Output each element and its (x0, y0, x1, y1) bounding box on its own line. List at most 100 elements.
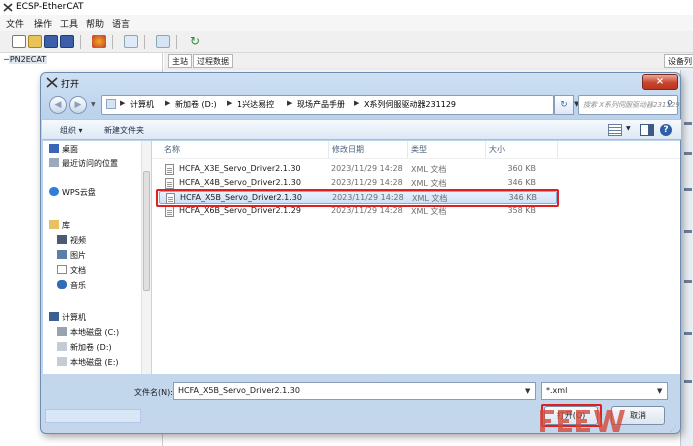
nav-item-videos[interactable]: 视频 (57, 235, 86, 249)
file-name: HCFA_X4B_Servo_Driver2.1.30 (179, 178, 301, 187)
breadcrumb-drive-d[interactable]: 新加卷 (D:) (175, 99, 217, 110)
panel-marker (684, 332, 692, 335)
desktop-icon (49, 144, 59, 153)
chevron-down-icon[interactable]: ▼ (626, 125, 631, 132)
new-file-icon[interactable] (12, 35, 26, 48)
chevron-right-icon[interactable]: ▶ (354, 99, 359, 107)
file-date: 2023/11/29 14:28 (331, 178, 403, 187)
file-size: 346 KB (507, 178, 536, 187)
command-bar: 组织 ▾ 新建文件夹 ▼ ? (42, 119, 681, 140)
scrollbar-thumb[interactable] (143, 171, 150, 291)
toolbar-separator (112, 35, 113, 49)
chevron-right-icon[interactable]: ▶ (165, 99, 170, 107)
column-header-date[interactable]: 修改日期 (332, 144, 364, 155)
navigation-scrollbar[interactable] (141, 141, 151, 374)
column-divider[interactable] (557, 141, 558, 158)
chevron-down-icon[interactable]: ▼ (657, 387, 662, 395)
nav-item-drive-c[interactable]: 本地磁盘 (C:) (57, 327, 119, 341)
chevron-right-icon[interactable]: ▶ (287, 99, 292, 107)
menu-tools[interactable]: 工具 (60, 17, 78, 30)
app-logo-icon (46, 77, 58, 88)
selected-nav-highlight (45, 409, 141, 423)
breadcrumb-computer[interactable]: 计算机 (130, 99, 154, 110)
table-row[interactable]: HCFA_X3E_Servo_Driver2.1.30 2023/11/29 1… (159, 163, 557, 176)
picture-icon (57, 250, 67, 259)
nav-item-pictures[interactable]: 图片 (57, 250, 86, 264)
library-icon (49, 220, 59, 229)
filename-field[interactable]: HCFA_X5B_Servo_Driver2.1.30 ▼ (173, 382, 536, 400)
menu-file[interactable]: 文件 (6, 17, 24, 30)
address-bar[interactable]: ▶ 计算机 ▶ 新加卷 (D:) ▶ 1兴达易控 ▶ 现场产品手册 ▶ X系列伺… (101, 95, 579, 115)
navigation-pane: 桌面 最近访问的位置 WPS云盘 库 视频 图片 文档 音乐 计算机 本地磁盘 … (43, 141, 151, 423)
menu-help[interactable]: 帮助 (86, 17, 104, 30)
folder-icon (106, 99, 116, 109)
nav-item-documents[interactable]: 文档 (57, 265, 86, 279)
network-icon[interactable] (124, 35, 138, 48)
column-divider[interactable] (485, 141, 486, 158)
nav-item-recent[interactable]: 最近访问的位置 (49, 158, 118, 172)
forward-icon[interactable]: ▶ (69, 96, 87, 114)
file-type: XML 文档 (411, 165, 447, 174)
tree-node[interactable]: ─PN2ECAT (4, 55, 48, 64)
app-menu-bar: 文件 操作 工具 帮助 语言 (0, 15, 693, 31)
preview-pane-icon[interactable] (640, 124, 654, 136)
file-type-select[interactable]: *.xml ▼ (541, 382, 668, 400)
open-file-dialog: 打开 × ◀ ▶ ▼ ▶ 计算机 ▶ 新加卷 (D:) ▶ 1兴达易控 ▶ 现场… (40, 72, 681, 434)
file-date: 2023/11/29 14:28 (331, 206, 403, 215)
help-icon[interactable]: ? (660, 124, 672, 136)
column-header-size[interactable]: 大小 (489, 144, 505, 155)
column-header-type[interactable]: 类型 (411, 144, 427, 155)
save-icon[interactable] (44, 35, 58, 48)
file-name: HCFA_X3E_Servo_Driver2.1.30 (179, 164, 301, 173)
tab-master[interactable]: 主站 (168, 54, 192, 68)
chevron-right-icon[interactable]: ▶ (227, 99, 232, 107)
menu-operation[interactable]: 操作 (34, 17, 52, 30)
search-icon[interactable]: ⚲ (667, 99, 673, 108)
xml-file-icon (165, 164, 174, 175)
nav-item-computer[interactable]: 计算机 (49, 312, 86, 326)
nav-item-drive-d[interactable]: 新加卷 (D:) (57, 342, 112, 356)
breadcrumb-folder-2[interactable]: 现场产品手册 (297, 99, 345, 110)
xml-file-icon (165, 178, 174, 189)
nav-item-wps-cloud[interactable]: WPS云盘 (49, 187, 96, 201)
reload-icon[interactable]: ↻ (188, 35, 202, 48)
search-input[interactable]: 搜索 X系列伺服驱动器231129 ⚲ (578, 95, 680, 115)
nav-item-desktop[interactable]: 桌面 (49, 144, 78, 158)
document-icon (57, 265, 67, 274)
file-type-value: *.xml (546, 386, 568, 395)
chevron-down-icon[interactable]: ▼ (525, 387, 530, 395)
chevron-right-icon[interactable]: ▶ (120, 99, 125, 107)
panel-marker (684, 122, 692, 125)
breadcrumb-folder-1[interactable]: 1兴达易控 (237, 99, 274, 110)
back-icon[interactable]: ◀ (49, 96, 67, 114)
file-name: HCFA_X6B_Servo_Driver2.1.29 (179, 206, 301, 215)
drive-icon (57, 342, 67, 351)
drive-icon (57, 357, 67, 366)
nav-item-music[interactable]: 音乐 (57, 280, 86, 294)
view-options-icon[interactable] (608, 124, 622, 136)
xml-file-icon (165, 206, 174, 217)
drive-icon (57, 327, 67, 336)
refresh-icon[interactable]: ↻ (554, 95, 574, 115)
toolbar-separator (80, 35, 81, 49)
column-divider[interactable] (407, 141, 408, 158)
chevron-down-icon[interactable]: ▼ (91, 101, 99, 109)
new-folder-button[interactable]: 新建文件夹 (104, 125, 144, 136)
close-button[interactable]: × (642, 74, 678, 90)
settings-icon[interactable] (92, 35, 106, 48)
menu-language[interactable]: 语言 (112, 17, 130, 30)
tab-device-list[interactable]: 设备列 (664, 54, 693, 68)
organize-button[interactable]: 组织 ▾ (60, 125, 83, 136)
app-toolbar: ↻ (0, 31, 693, 53)
dialog-title: 打开 (61, 80, 80, 90)
save-as-icon[interactable] (60, 35, 74, 48)
breadcrumb-folder-3[interactable]: X系列伺服驱动器231129 (364, 99, 456, 110)
file-size: 358 KB (507, 206, 536, 215)
tab-process-data[interactable]: 过程数据 (193, 54, 233, 68)
column-divider[interactable] (328, 141, 329, 158)
nav-item-drive-e[interactable]: 本地磁盘 (E:) (57, 357, 119, 371)
nav-item-library[interactable]: 库 (49, 220, 70, 234)
scan-icon[interactable] (156, 35, 170, 48)
column-header-name[interactable]: 名称 (164, 144, 180, 155)
open-folder-icon[interactable] (28, 35, 42, 48)
